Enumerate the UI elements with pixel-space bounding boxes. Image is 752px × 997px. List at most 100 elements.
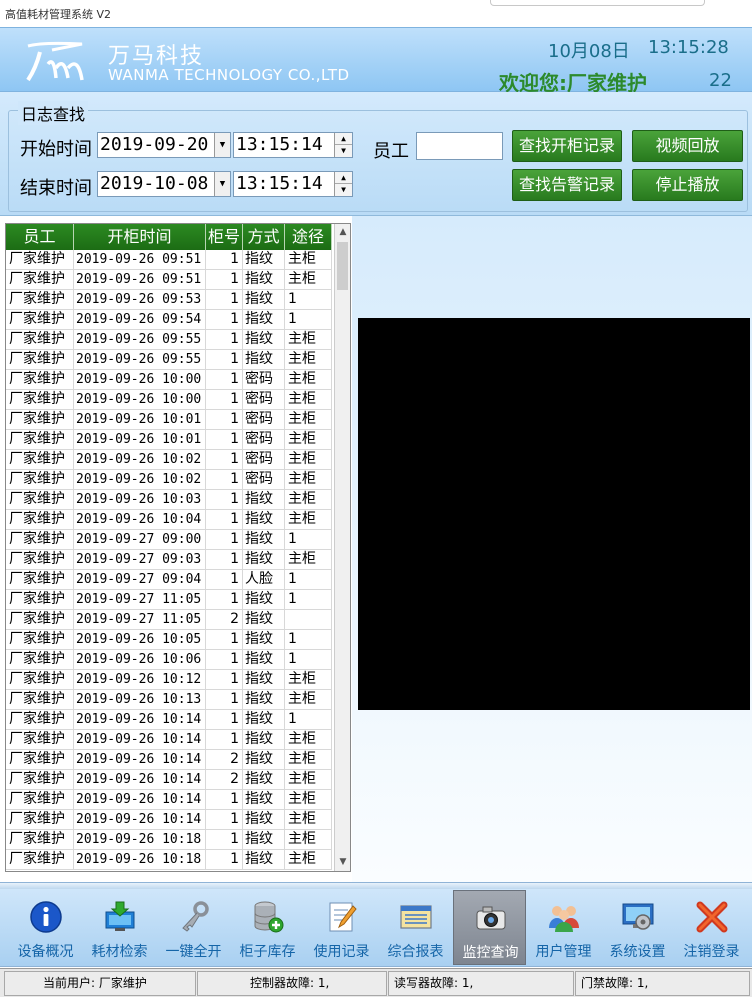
start-date-value: 2019-09-20 [100,134,209,155]
video-player[interactable] [358,318,750,710]
end-date-value: 2019-10-08 [100,173,209,194]
logout-button[interactable]: 注销登录 [675,890,748,965]
end-time-spinner[interactable]: ▲ ▼ [334,172,352,196]
cabinet-stock-button[interactable]: 柜子库存 [231,890,304,965]
table-row[interactable]: 厂家维护 2019-09-26 10:01 1 密码 主柜 [6,410,332,430]
cell-cabinet-no: 2 [206,770,243,790]
col-header-mode[interactable]: 方式 [243,224,285,250]
cell-route: 主柜 [285,330,332,350]
cell-open-time: 2019-09-26 10:01 [74,430,206,450]
table-row[interactable]: 厂家维护 2019-09-27 09:04 1 人脸 1 [6,570,332,590]
cell-route: 主柜 [285,770,332,790]
table-row[interactable]: 厂家维护 2019-09-26 09:55 1 指纹 主柜 [6,330,332,350]
staff-input[interactable] [416,132,503,160]
cell-cabinet-no: 1 [206,690,243,710]
cell-open-time: 2019-09-27 09:03 [74,550,206,570]
table-row[interactable]: 厂家维护 2019-09-26 10:13 1 指纹 主柜 [6,690,332,710]
cell-open-time: 2019-09-26 10:12 [74,670,206,690]
cell-open-time: 2019-09-27 09:04 [74,570,206,590]
col-header-route[interactable]: 途径 [285,224,332,250]
table-row[interactable]: 厂家维护 2019-09-26 10:06 1 指纹 1 [6,650,332,670]
start-time-picker[interactable]: 13:15:14 ▲ ▼ [233,132,353,158]
start-date-dropdown-icon[interactable]: ▼ [214,133,230,157]
material-search-button[interactable]: 耗材检索 [83,890,156,965]
scroll-up-icon[interactable]: ▲ [335,224,350,241]
cell-route: 主柜 [285,470,332,490]
device-overview-button[interactable]: 设备概况 [9,890,82,965]
scroll-down-icon[interactable]: ▼ [335,854,350,871]
table-row[interactable]: 厂家维护 2019-09-27 11:05 2 指纹 [6,610,332,630]
cell-staff: 厂家维护 [6,570,74,590]
table-row[interactable]: 厂家维护 2019-09-27 09:03 1 指纹 主柜 [6,550,332,570]
table-row[interactable]: 厂家维护 2019-09-26 10:02 1 密码 主柜 [6,470,332,490]
table-row[interactable]: 厂家维护 2019-09-26 10:05 1 指纹 1 [6,630,332,650]
table-row[interactable]: 厂家维护 2019-09-26 09:54 1 指纹 1 [6,310,332,330]
spin-down-icon[interactable]: ▼ [335,184,352,196]
spin-down-icon[interactable]: ▼ [335,145,352,157]
table-row[interactable]: 厂家维护 2019-09-26 09:51 1 指纹 主柜 [6,250,332,270]
end-date-picker[interactable]: 2019-10-08 ▼ [97,171,231,197]
cell-route: 主柜 [285,730,332,750]
table-row[interactable]: 厂家维护 2019-09-26 10:18 1 指纹 主柜 [6,850,332,870]
table-row[interactable]: 厂家维护 2019-09-26 10:14 1 指纹 1 [6,710,332,730]
report-button[interactable]: 综合报表 [379,890,452,965]
table-row[interactable]: 厂家维护 2019-09-26 10:14 2 指纹 主柜 [6,750,332,770]
end-time-picker[interactable]: 13:15:14 ▲ ▼ [233,171,353,197]
col-header-cabinet-no[interactable]: 柜号 [206,224,243,250]
table-scrollbar[interactable]: ▲ ▼ [334,224,350,871]
table-row[interactable]: 厂家维护 2019-09-26 10:03 1 指纹 主柜 [6,490,332,510]
end-date-dropdown-icon[interactable]: ▼ [214,172,230,196]
table-row[interactable]: 厂家维护 2019-09-27 09:00 1 指纹 1 [6,530,332,550]
monitor-query-button[interactable]: 监控查询 [453,890,526,965]
cell-route: 1 [285,630,332,650]
user-management-button[interactable]: 用户管理 [527,890,600,965]
cell-staff: 厂家维护 [6,450,74,470]
table-row[interactable]: 厂家维护 2019-09-27 11:05 1 指纹 1 [6,590,332,610]
title-bar-control[interactable] [490,0,705,6]
cell-mode: 指纹 [243,490,285,510]
table-row[interactable]: 厂家维护 2019-09-26 10:14 1 指纹 主柜 [6,810,332,830]
usage-records-button[interactable]: 使用记录 [305,890,378,965]
find-alarm-records-button[interactable]: 查找告警记录 [512,169,622,201]
find-open-records-button[interactable]: 查找开柜记录 [512,130,622,162]
table-row[interactable]: 厂家维护 2019-09-26 10:18 1 指纹 主柜 [6,830,332,850]
video-playback-button[interactable]: 视频回放 [632,130,743,162]
scroll-thumb[interactable] [337,242,348,290]
download-monitor-icon [103,900,137,934]
stop-playback-button[interactable]: 停止播放 [632,169,743,201]
table-row[interactable]: 厂家维护 2019-09-26 10:14 2 指纹 主柜 [6,770,332,790]
spin-up-icon[interactable]: ▲ [335,133,352,145]
cell-mode: 指纹 [243,690,285,710]
table-row[interactable]: 厂家维护 2019-09-26 09:55 1 指纹 主柜 [6,350,332,370]
system-settings-button[interactable]: 系统设置 [601,890,674,965]
cell-staff: 厂家维护 [6,290,74,310]
start-time-spinner[interactable]: ▲ ▼ [334,133,352,157]
table-row[interactable]: 厂家维护 2019-09-26 10:00 1 密码 主柜 [6,370,332,390]
col-header-open-time[interactable]: 开柜时间 [74,224,206,250]
start-date-picker[interactable]: 2019-09-20 ▼ [97,132,231,158]
cell-route [285,610,332,630]
cell-open-time: 2019-09-26 10:00 [74,370,206,390]
status-reader-fault: 读写器故障: 1, [388,971,574,996]
table-row[interactable]: 厂家维护 2019-09-26 09:51 1 指纹 主柜 [6,270,332,290]
end-time-value: 13:15:14 [236,173,323,194]
cell-staff: 厂家维护 [6,270,74,290]
spin-up-icon[interactable]: ▲ [335,172,352,184]
toolbar-label: 监控查询 [462,945,519,961]
cell-mode: 指纹 [243,750,285,770]
wanma-logo [26,41,84,82]
cell-cabinet-no: 2 [206,750,243,770]
cell-mode: 指纹 [243,290,285,310]
table-row[interactable]: 厂家维护 2019-09-26 10:04 1 指纹 主柜 [6,510,332,530]
table-row[interactable]: 厂家维护 2019-09-26 10:14 1 指纹 主柜 [6,730,332,750]
cell-staff: 厂家维护 [6,830,74,850]
table-row[interactable]: 厂家维护 2019-09-26 10:02 1 密码 主柜 [6,450,332,470]
col-header-staff[interactable]: 员工 [6,224,74,250]
table-row[interactable]: 厂家维护 2019-09-26 10:14 1 指纹 主柜 [6,790,332,810]
table-row[interactable]: 厂家维护 2019-09-26 10:01 1 密码 主柜 [6,430,332,450]
cell-route: 1 [285,530,332,550]
table-row[interactable]: 厂家维护 2019-09-26 09:53 1 指纹 1 [6,290,332,310]
table-row[interactable]: 厂家维护 2019-09-26 10:12 1 指纹 主柜 [6,670,332,690]
open-all-button[interactable]: 一键全开 [157,890,230,965]
table-row[interactable]: 厂家维护 2019-09-26 10:00 1 密码 主柜 [6,390,332,410]
